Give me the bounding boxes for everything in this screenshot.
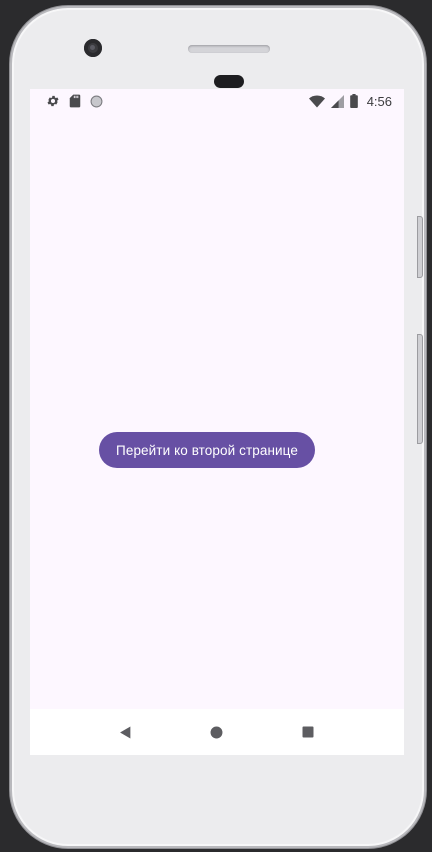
go-to-second-page-button[interactable]: Перейти ко второй странице (99, 432, 315, 468)
cell-signal-icon (330, 94, 344, 108)
nav-home-button[interactable] (197, 712, 237, 752)
circle-icon (90, 95, 103, 108)
earpiece-speaker (188, 45, 270, 53)
front-camera (84, 39, 102, 57)
back-icon (119, 726, 132, 739)
wifi-icon (308, 95, 325, 108)
battery-icon (349, 94, 358, 108)
volume-button[interactable] (417, 334, 423, 444)
home-icon (210, 726, 223, 739)
main-content: Перейти ко второй странице (30, 113, 404, 709)
navigation-bar (30, 709, 404, 755)
status-right-group: 4:56 (308, 93, 392, 109)
gear-icon (46, 94, 60, 108)
recents-icon (302, 726, 314, 738)
status-time: 4:56 (366, 93, 392, 109)
app-screen: 4:56 Перейти ко второй странице (30, 89, 404, 755)
nav-back-button[interactable] (106, 712, 146, 752)
proximity-sensor (214, 75, 244, 88)
nav-recents-button[interactable] (288, 712, 328, 752)
status-bar: 4:56 (30, 89, 404, 113)
sd-card-icon (69, 94, 81, 108)
power-button[interactable] (417, 216, 423, 278)
status-left-group (46, 94, 103, 108)
